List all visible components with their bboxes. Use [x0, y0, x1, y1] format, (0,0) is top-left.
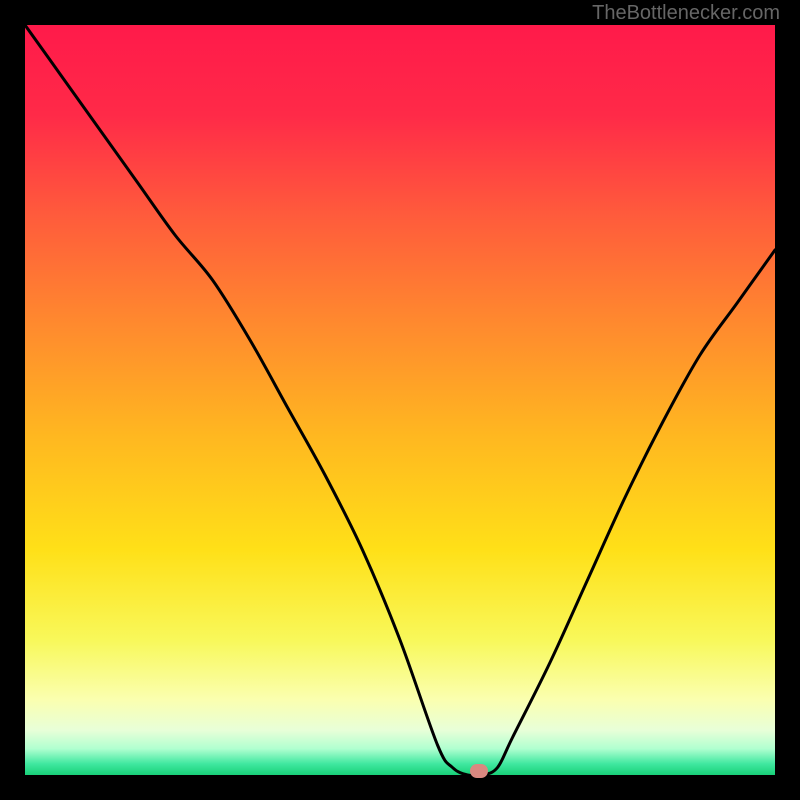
optimal-point-marker — [470, 764, 488, 778]
watermark-text: TheBottlenecker.com — [592, 2, 780, 25]
bottleneck-curve — [25, 25, 775, 775]
chart-frame — [25, 25, 775, 775]
